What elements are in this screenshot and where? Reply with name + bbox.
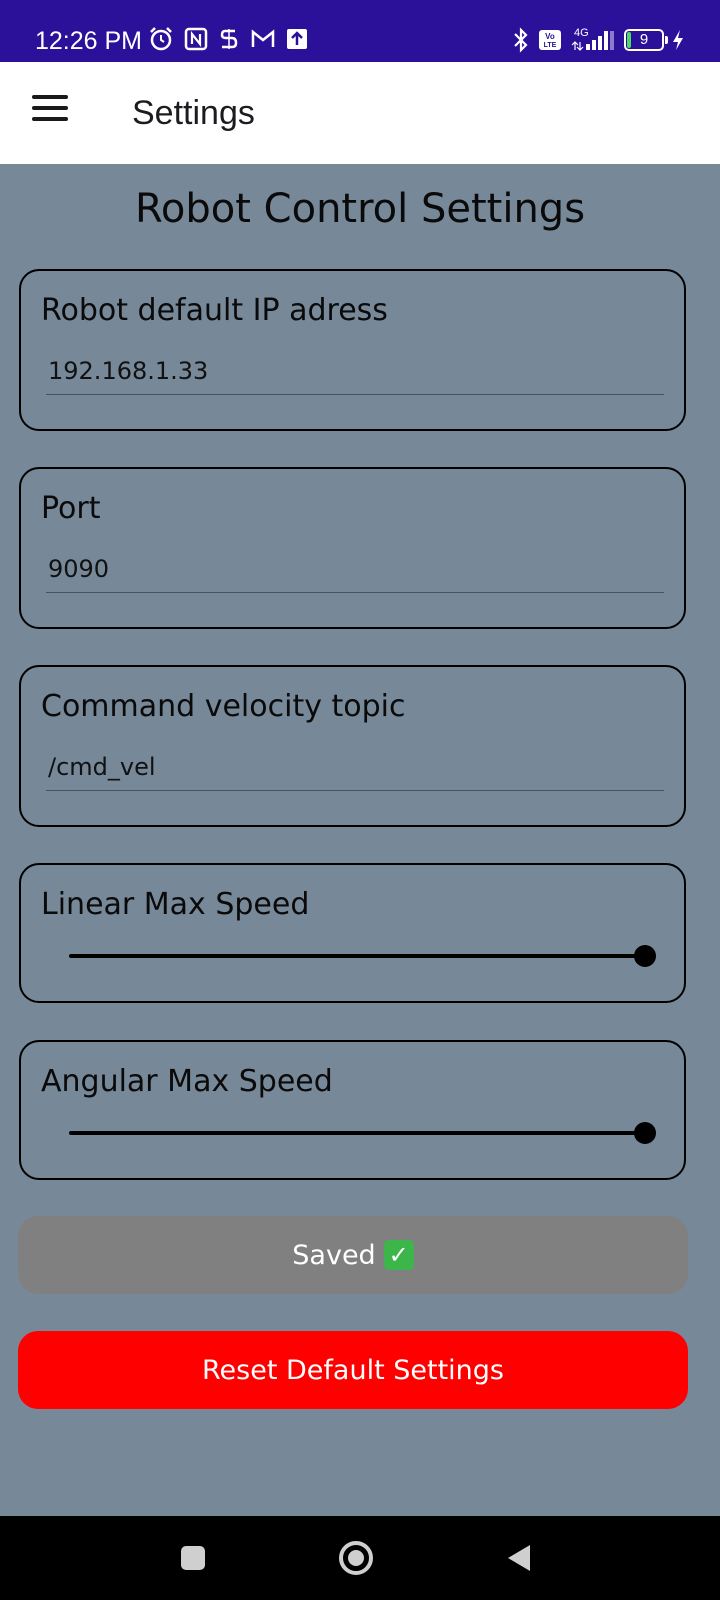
volte-icon: Vo LTE (538, 29, 562, 51)
angular-speed-slider-thumb[interactable] (634, 1122, 656, 1144)
saved-button-label: Saved (292, 1239, 376, 1271)
svg-text:LTE: LTE (544, 42, 557, 49)
battery-icon: 9 (624, 29, 668, 51)
charging-icon (672, 29, 684, 51)
system-icons: Vo LTE 4G 9 (512, 26, 684, 54)
reset-button-label: Reset Default Settings (202, 1354, 504, 1386)
cmd-vel-topic-label: Command velocity topic (41, 689, 406, 724)
status-time: 12:26 PM (35, 27, 143, 55)
reset-default-settings-button[interactable]: Reset Default Settings (18, 1331, 688, 1409)
linear-speed-card: Linear Max Speed (19, 863, 686, 1003)
svg-text:Vo: Vo (545, 32, 555, 41)
app-bar: Settings (0, 62, 720, 164)
app-bar-title: Settings (132, 94, 255, 132)
back-icon[interactable] (506, 1543, 532, 1577)
ip-address-card: Robot default IP adress (19, 269, 686, 431)
upload-icon (286, 28, 308, 50)
bluetooth-icon (512, 27, 530, 53)
recent-apps-icon[interactable] (180, 1545, 206, 1575)
page-title: Robot Control Settings (134, 186, 586, 232)
check-mark-icon: ✓ (383, 1240, 414, 1270)
s-app-icon (218, 27, 240, 51)
signal-icon: 4G (570, 26, 616, 54)
linear-speed-label: Linear Max Speed (41, 887, 310, 922)
angular-speed-slider[interactable] (69, 1122, 656, 1144)
linear-speed-slider-thumb[interactable] (634, 945, 656, 967)
network-type-label: 4G (574, 27, 589, 39)
alarm-icon (148, 26, 174, 52)
angular-speed-label: Angular Max Speed (41, 1064, 333, 1099)
linear-speed-slider[interactable] (69, 945, 656, 967)
port-label: Port (41, 491, 101, 526)
hamburger-menu-icon[interactable] (32, 95, 68, 125)
nfc-icon (184, 27, 208, 51)
navigation-bar (0, 1516, 720, 1600)
cmd-vel-topic-input[interactable] (46, 743, 664, 791)
battery-fill (627, 32, 631, 48)
port-card: Port (19, 467, 686, 629)
angular-speed-card: Angular Max Speed (19, 1040, 686, 1180)
battery-level: 9 (639, 31, 649, 48)
status-bar: 12:26 PM Vo LTE 4G 9 (0, 0, 720, 62)
saved-button[interactable]: Saved ✓ (18, 1216, 688, 1294)
ip-address-input[interactable] (46, 347, 664, 395)
cmd-vel-topic-card: Command velocity topic (19, 665, 686, 827)
port-input[interactable] (46, 545, 664, 593)
ip-address-label: Robot default IP adress (41, 293, 388, 328)
notification-icons (148, 26, 308, 52)
gmail-icon (250, 28, 276, 50)
home-icon[interactable] (338, 1540, 374, 1580)
